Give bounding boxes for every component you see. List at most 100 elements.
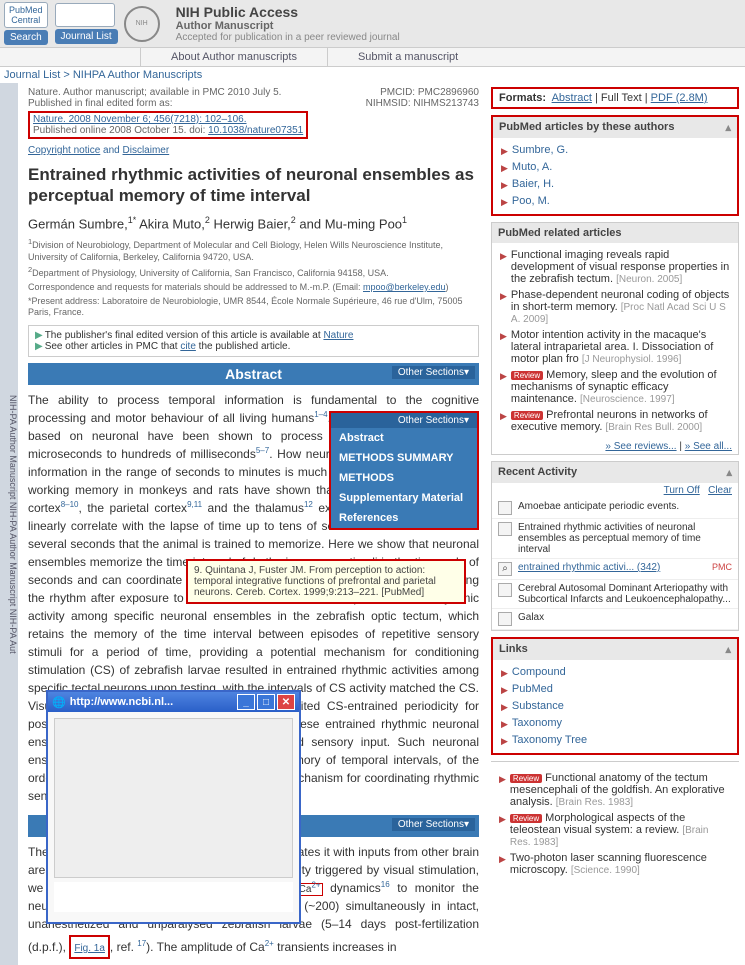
related-item[interactable]: ▶ReviewMemory, sleep and the evolution o… xyxy=(500,367,730,407)
bottom-related-item[interactable]: ▶ReviewMorphological aspects of the tele… xyxy=(499,810,731,850)
breadcrumb: Journal List > NIHPA Author Manuscripts xyxy=(0,67,745,83)
logo-pubmed-central[interactable]: PubMed Central Search xyxy=(4,2,51,45)
links-head: Links xyxy=(499,643,528,656)
other-sections-toggle[interactable]: Other Sections▾ xyxy=(392,366,475,379)
breadcrumb-nihpa[interactable]: NIHPA Author Manuscripts xyxy=(73,69,202,81)
authors: Germán Sumbre,1* Akira Muto,2 Herwig Bai… xyxy=(28,215,479,231)
logo-line2: Central xyxy=(9,15,43,25)
nih-sub: Author Manuscript xyxy=(176,20,400,32)
related-head: PubMed related articles xyxy=(498,227,622,239)
tab-about-manuscripts[interactable]: About Author manuscripts xyxy=(140,48,327,66)
author-link[interactable]: Muto, A. xyxy=(512,161,552,173)
activity-item[interactable]: Amoebae anticipate periodic events. xyxy=(492,498,738,519)
activity-item[interactable]: ⌕entrained rhythmic activi... (342) PMC xyxy=(492,559,738,580)
cite-link[interactable]: cite xyxy=(180,341,196,352)
activity-item[interactable]: Galax xyxy=(492,609,738,630)
doc-icon xyxy=(498,583,512,597)
see-reviews[interactable]: » See reviews... xyxy=(605,441,676,452)
sections-dropdown[interactable]: Other Sections▾ AbstractMETHODS SUMMARYM… xyxy=(329,411,479,530)
logo-journal-list[interactable]: Journal List xyxy=(55,3,118,44)
maximize-button[interactable]: □ xyxy=(257,694,275,710)
author-link[interactable]: Baier, H. xyxy=(512,178,554,190)
related-item[interactable]: ▶Phase-dependent neuronal coding of obje… xyxy=(500,287,730,327)
logo-line1: PubMed xyxy=(9,5,43,15)
related-articles-box: PubMed related articles ▶Functional imag… xyxy=(491,222,739,455)
pmcid: PMCID: PMC2896960 xyxy=(366,87,479,98)
popup-figure-image xyxy=(54,718,293,878)
link-item[interactable]: PubMed xyxy=(512,683,553,695)
search-icon: ⌕ xyxy=(498,562,512,576)
pub-availability: Nature. Author manuscript; available in … xyxy=(28,87,308,98)
doi-prefix: Published online 2008 October 15. doi: xyxy=(33,125,208,136)
citation-box: Nature. 2008 November 6; 456(7218): 102–… xyxy=(28,111,308,139)
header: PubMed Central Search Journal List NIH N… xyxy=(0,0,745,48)
affiliation: 2Department of Physiology, University of… xyxy=(28,265,479,280)
reference-tooltip: 9. Quintana J, Fuster JM. From perceptio… xyxy=(186,559,466,604)
affiliation: 1Division of Neurobiology, Department of… xyxy=(28,237,479,263)
nav-tabs: About Author manuscripts Submit a manusc… xyxy=(0,48,745,67)
side-label: NIH-PA Author Manuscript NIH-PA Author M… xyxy=(0,83,18,965)
close-button[interactable]: ✕ xyxy=(277,694,295,710)
bottom-related-item[interactable]: ▶Two-photon laser scanning fluorescence … xyxy=(499,850,731,878)
minimize-button[interactable]: _ xyxy=(237,694,255,710)
tab-submit-manuscript[interactable]: Submit a manuscript xyxy=(327,48,488,66)
nih-sub2: Accepted for publication in a peer revie… xyxy=(176,32,400,43)
formats-bar: Formats: Abstract | Full Text | PDF (2.8… xyxy=(491,87,739,109)
links-box: Links ▴ ▶Compound▶PubMed▶Substance▶Taxon… xyxy=(491,637,739,755)
collapse-icon[interactable]: ▴ xyxy=(725,121,731,134)
bottom-related-item[interactable]: ▶ReviewFunctional anatomy of the tectum … xyxy=(499,770,731,810)
activity-item[interactable]: Entrained rhythmic activities of neurona… xyxy=(492,519,738,559)
activity-item[interactable]: Cerebral Autosomal Dominant Arteriopathy… xyxy=(492,580,738,609)
nature-link[interactable]: Nature xyxy=(323,330,353,341)
copyright-link[interactable]: Copyright notice xyxy=(28,145,100,156)
link-item[interactable]: Compound xyxy=(512,666,566,678)
ie-icon: 🌐 xyxy=(52,696,66,709)
search-button[interactable]: Search xyxy=(4,30,48,45)
collapse-icon[interactable]: ▴ xyxy=(726,466,732,479)
journal-list-button[interactable]: Journal List xyxy=(55,29,118,44)
clear-link[interactable]: Clear xyxy=(708,485,732,496)
nihmsid: NIHMSID: NIHMS213743 xyxy=(366,98,479,109)
affiliation: Correspondence and requests for material… xyxy=(28,282,479,294)
link-item[interactable]: Taxonomy xyxy=(512,717,562,729)
dropdown-item[interactable]: Supplementary Material xyxy=(331,488,477,508)
author-link[interactable]: Sumbre, G. xyxy=(512,144,568,156)
doc-icon xyxy=(498,522,512,536)
related-item[interactable]: ▶ReviewPrefrontal neurons in networks of… xyxy=(500,407,730,435)
affiliation: *Present address: Laboratoire de Neurobi… xyxy=(28,296,479,319)
doi-link[interactable]: 10.1038/nature07351 xyxy=(208,125,303,136)
format-pdf[interactable]: PDF (2.8M) xyxy=(651,92,708,104)
link-item[interactable]: Substance xyxy=(512,700,564,712)
popup-url: http://www.ncbi.nl... xyxy=(70,696,235,708)
dropdown-item[interactable]: References xyxy=(331,508,477,528)
turn-off-link[interactable]: Turn Off xyxy=(664,485,700,496)
doc-icon xyxy=(498,501,512,515)
dropdown-item[interactable]: METHODS xyxy=(331,468,477,488)
dropdown-item[interactable]: METHODS SUMMARY xyxy=(331,448,477,468)
dropdown-item[interactable]: Abstract xyxy=(331,428,477,448)
related-item[interactable]: ▶Motor intention activity in the macaque… xyxy=(500,327,730,367)
format-abstract[interactable]: Abstract xyxy=(552,92,592,104)
doc-icon xyxy=(498,612,512,626)
dropdown-head[interactable]: Other Sections▾ xyxy=(331,413,477,428)
other-sections-toggle-2[interactable]: Other Sections▾ xyxy=(392,818,475,831)
disclaimer-link[interactable]: Disclaimer xyxy=(123,145,170,156)
nih-seal-icon: NIH xyxy=(124,6,160,42)
citation-link[interactable]: Nature. 2008 November 6; 456(7218): 102–… xyxy=(33,114,246,125)
abstract-section-bar: Abstract Other Sections▾ xyxy=(28,363,479,385)
related-item[interactable]: ▶Functional imaging reveals rapid develo… xyxy=(500,247,730,287)
collapse-icon[interactable]: ▴ xyxy=(725,643,731,656)
pub-edited-form: Published in final edited form as: xyxy=(28,98,308,109)
see-all[interactable]: » See all... xyxy=(685,441,732,452)
recent-activity-box: Recent Activity ▴ Turn Off Clear Amoebae… xyxy=(491,461,739,631)
authors-head: PubMed articles by these authors xyxy=(499,121,674,134)
article-title: Entrained rhythmic activities of neurona… xyxy=(28,164,479,207)
popup-titlebar: 🌐 http://www.ncbi.nl... _ □ ✕ xyxy=(48,692,299,712)
publisher-note-box: ▶The publisher's final edited version of… xyxy=(28,325,479,357)
author-link[interactable]: Poo, M. xyxy=(512,195,550,207)
link-item[interactable]: Taxonomy Tree xyxy=(512,734,587,746)
breadcrumb-journal-list[interactable]: Journal List xyxy=(4,69,60,81)
format-fulltext[interactable]: Full Text xyxy=(601,92,642,104)
popup-body xyxy=(48,712,299,922)
pubmed-authors-box: PubMed articles by these authors ▴ ▶Sumb… xyxy=(491,115,739,216)
